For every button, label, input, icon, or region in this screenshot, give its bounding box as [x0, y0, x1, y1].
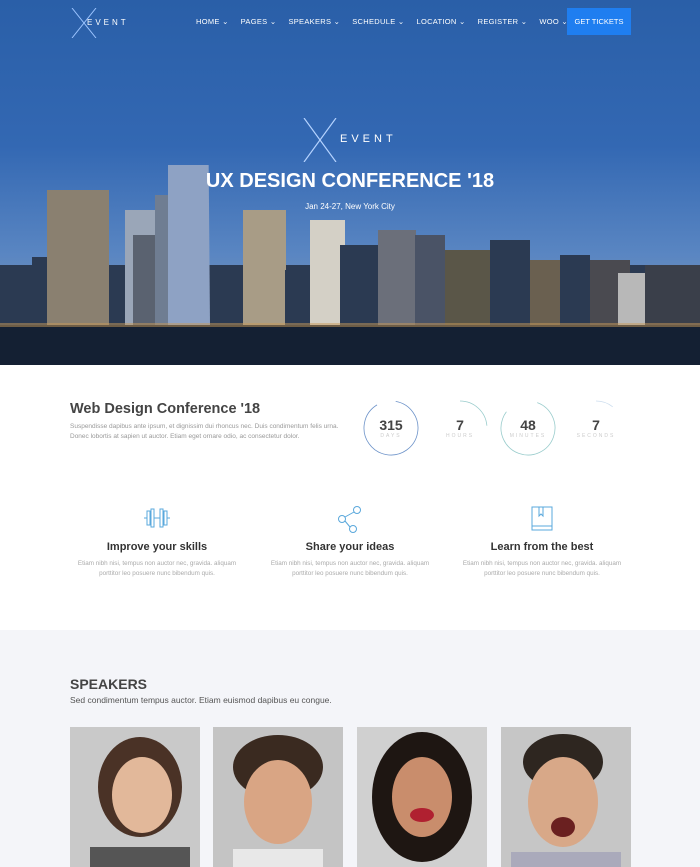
city-skyline-image [0, 165, 700, 365]
hero-title: UX DESIGN CONFERENCE '18 [205, 170, 495, 192]
hero-logo-text: EVENT [340, 133, 397, 145]
feature-share-ideas: Share your ideas Etiam nibh nisi, tempus … [255, 505, 445, 579]
hero-date: Jan 24-27, New York City [305, 202, 395, 211]
nav-woo[interactable]: WOO ⌄ [539, 17, 568, 26]
feature-learn-best: Learn from the best Etiam nibh nisi, temp… [447, 505, 637, 579]
countdown-seconds: 7 SECONDS [566, 400, 626, 460]
get-tickets-button[interactable]: GET TICKETS [567, 8, 631, 35]
book-icon [531, 506, 553, 531]
speakers-title: SPEAKERS [70, 676, 148, 692]
hero-logo: EVENT [300, 117, 400, 163]
speaker-photo[interactable] [501, 727, 631, 867]
nav-location[interactable]: LOCATION ⌄ [416, 17, 465, 26]
speaker-photo[interactable] [213, 727, 343, 867]
logo-x-icon [303, 117, 337, 163]
share-icon [338, 506, 361, 533]
logo-text: EVENT [87, 18, 129, 27]
nav-pages[interactable]: PAGES ⌄ [241, 17, 277, 26]
nav-schedule[interactable]: SCHEDULE ⌄ [352, 17, 404, 26]
nav-speakers[interactable]: SPEAKERS ⌄ [288, 17, 340, 26]
speakers-subtitle: Sed condimentum tempus auctor. Etiam eui… [70, 695, 332, 705]
conference-description: Suspendisse dapibus ante ipsum, et digni… [70, 423, 339, 440]
nav-home[interactable]: HOME ⌄ [196, 17, 229, 26]
nav-register[interactable]: REGISTER ⌄ [478, 17, 528, 26]
countdown-days: 315 DAYS [361, 400, 421, 460]
conference-title: Web Design Conference '18 [70, 401, 261, 417]
hero: EVENT HOME ⌄ PAGES ⌄ SPEAKERS ⌄ SCHEDULE… [0, 0, 700, 365]
navbar: EVENT HOME ⌄ PAGES ⌄ SPEAKERS ⌄ SCHEDULE… [0, 7, 700, 39]
dumbbell-icon [144, 508, 170, 528]
feature-improve-skills: Improve your skills Etiam nibh nisi, temp… [62, 505, 252, 579]
speakers-section: SPEAKERS Sed condimentum tempus auctor. … [0, 630, 700, 867]
speaker-photo[interactable] [357, 727, 487, 867]
logo[interactable]: EVENT [70, 7, 140, 39]
countdown-minutes: 48 MINUTES [498, 400, 558, 460]
countdown-hours: 7 HOURS [430, 400, 490, 460]
speaker-photo[interactable] [70, 727, 200, 867]
